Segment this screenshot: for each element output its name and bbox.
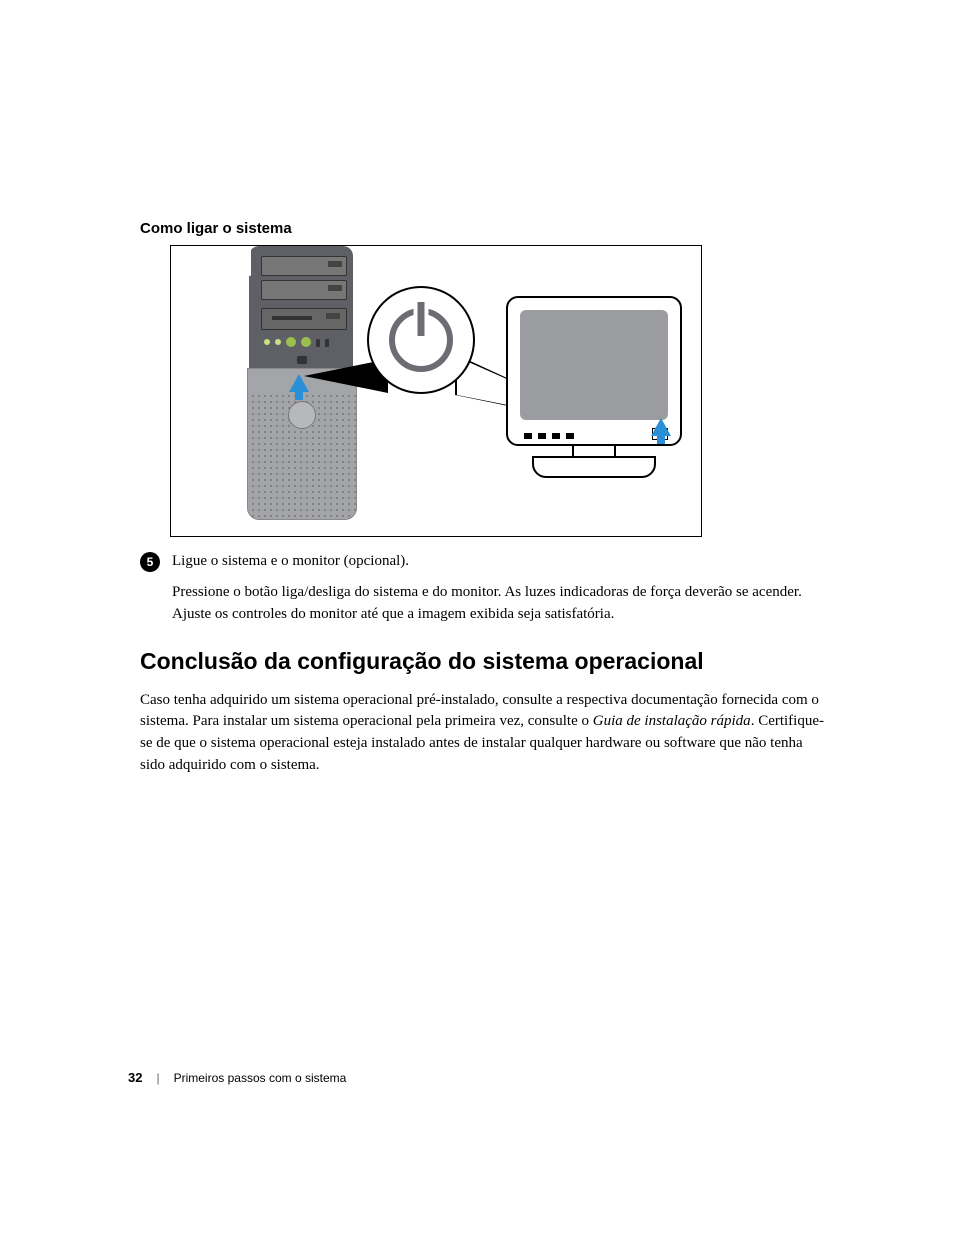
footer-title: Primeiros passos com o sistema xyxy=(174,1071,347,1085)
step-number-badge: 5 xyxy=(140,552,160,572)
figure-turn-on-system xyxy=(170,245,702,537)
heading-conclusao: Conclusão da configuração do sistema ope… xyxy=(140,648,824,675)
power-callout xyxy=(367,286,475,394)
page-number: 32 xyxy=(128,1070,142,1085)
arrow-up-icon xyxy=(651,418,671,436)
power-icon xyxy=(389,308,453,372)
dell-badge-icon xyxy=(288,401,316,429)
page-footer: 32 | Primeiros passos com o sistema xyxy=(128,1070,346,1085)
section-heading: Como ligar o sistema xyxy=(140,220,824,237)
guide-title-italic: Guia de instalação rápida xyxy=(593,713,751,729)
tower-power-button xyxy=(297,356,307,364)
paragraph-os-config: Caso tenha adquirido um sistema operacio… xyxy=(140,690,824,777)
arrow-up-icon xyxy=(289,374,309,392)
step-lead-text: Ligue o sistema e o monitor (opcional). xyxy=(172,551,409,572)
footer-separator: | xyxy=(156,1071,159,1085)
monitor-illustration xyxy=(506,296,682,486)
step-body-text: Pressione o botão liga/desliga do sistem… xyxy=(172,582,824,626)
